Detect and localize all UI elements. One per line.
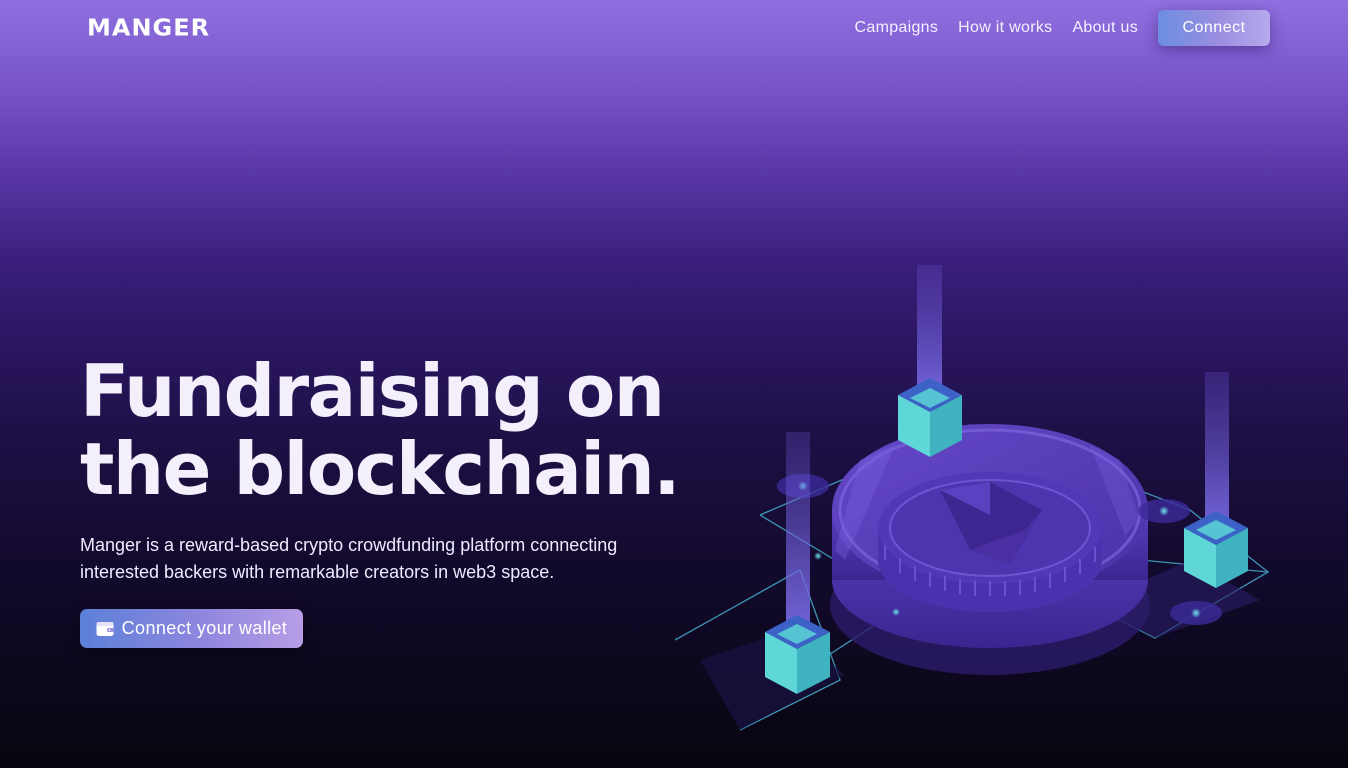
nav-link-how-it-works[interactable]: How it works (958, 19, 1052, 37)
hero-subtitle-line-1: Manger is a reward-based crypto crowdfun… (80, 535, 618, 555)
wallet-icon (96, 621, 114, 636)
hero-title-line-2: the blockchain. (80, 427, 681, 511)
connect-button[interactable]: Connect (1158, 10, 1270, 46)
nav-link-about-us[interactable]: About us (1072, 19, 1138, 37)
hero-subtitle-line-2: interested backers with remarkable creat… (80, 562, 555, 582)
nav-link-campaigns[interactable]: Campaigns (855, 19, 939, 37)
connect-wallet-button[interactable]: Connect your wallet (80, 609, 303, 648)
blockchain-coin-illustration (674, 265, 1270, 731)
brand-logo[interactable]: MANGER (87, 15, 210, 42)
hero-title-line-1: Fundraising on (80, 349, 665, 433)
main-nav: Campaigns How it works About us Connect (855, 10, 1270, 46)
site-header: MANGER Campaigns How it works About us C… (0, 0, 1348, 56)
connect-wallet-label: Connect your wallet (121, 618, 288, 638)
hero-subtitle: Manger is a reward-based crypto crowdfun… (80, 532, 660, 586)
hero-title: Fundraising on the blockchain. (80, 352, 700, 508)
